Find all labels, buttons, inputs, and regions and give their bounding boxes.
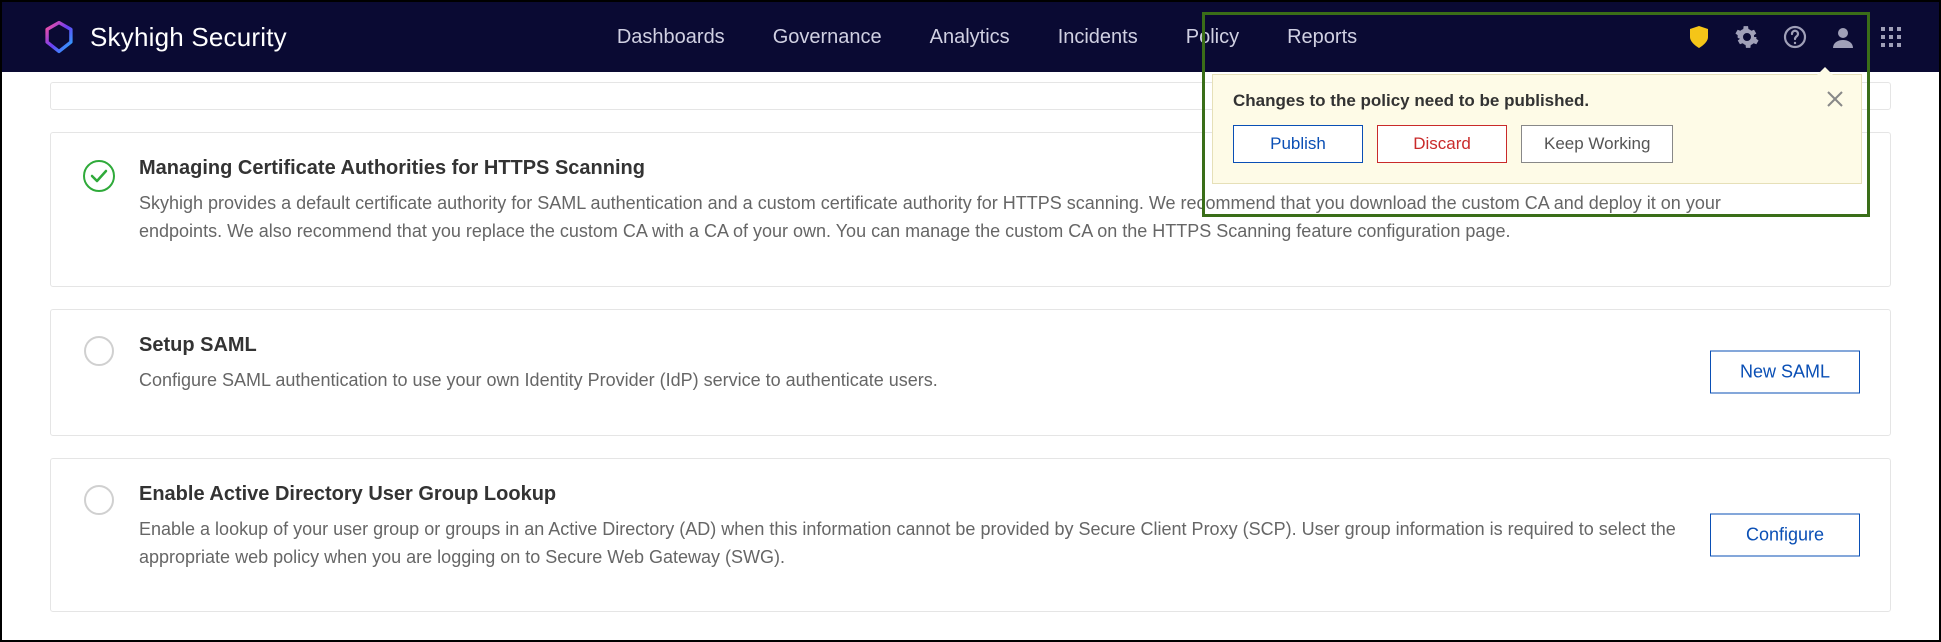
user-icon[interactable] [1831, 25, 1855, 49]
nav-right-icons [1687, 2, 1903, 72]
nav-governance[interactable]: Governance [773, 26, 882, 49]
status-complete [81, 157, 117, 246]
nav-dashboards[interactable]: Dashboards [617, 26, 725, 49]
brand[interactable]: Skyhigh Security [42, 20, 287, 54]
help-icon[interactable] [1783, 25, 1807, 49]
card-description: Skyhigh provides a default certificate a… [139, 190, 1759, 246]
close-icon[interactable] [1825, 89, 1845, 109]
notification-actions: Publish Discard Keep Working [1233, 125, 1841, 163]
gear-icon[interactable] [1735, 25, 1759, 49]
status-pending [81, 483, 117, 572]
nav-incidents[interactable]: Incidents [1058, 26, 1138, 49]
card-description: Enable a lookup of your user group or gr… [139, 516, 1759, 572]
brand-name: Skyhigh Security [90, 22, 287, 53]
apps-grid-icon[interactable] [1879, 25, 1903, 49]
card-setup-saml: Setup SAML Configure SAML authentication… [50, 309, 1891, 436]
nav-reports[interactable]: Reports [1287, 26, 1357, 49]
top-nav: Skyhigh Security Dashboards Governance A… [2, 2, 1939, 72]
card-description: Configure SAML authentication to use you… [139, 367, 1759, 395]
publish-notification: Changes to the policy need to be publish… [1212, 74, 1862, 184]
nav-analytics[interactable]: Analytics [930, 26, 1010, 49]
card-body: Setup SAML Configure SAML authentication… [139, 334, 1860, 395]
card-ad-lookup: Enable Active Directory User Group Looku… [50, 458, 1891, 613]
status-pending [81, 334, 117, 395]
main-nav-links: Dashboards Governance Analytics Incident… [617, 26, 1357, 49]
nav-policy[interactable]: Policy [1186, 26, 1239, 49]
configure-button[interactable]: Configure [1710, 514, 1860, 557]
check-circle-icon [82, 159, 116, 246]
publish-button[interactable]: Publish [1233, 125, 1363, 163]
discard-button[interactable]: Discard [1377, 125, 1507, 163]
notification-message: Changes to the policy need to be publish… [1233, 91, 1841, 111]
card-body: Enable Active Directory User Group Looku… [139, 483, 1860, 572]
new-saml-button[interactable]: New SAML [1710, 351, 1860, 394]
empty-circle-icon [84, 485, 114, 515]
card-title: Setup SAML [139, 334, 1860, 357]
shield-alert-icon[interactable] [1687, 25, 1711, 49]
card-action: Configure [1710, 514, 1860, 557]
card-action: New SAML [1710, 351, 1860, 394]
brand-logo-icon [42, 20, 76, 54]
card-title: Enable Active Directory User Group Looku… [139, 483, 1860, 506]
notification-arrow-icon [1817, 67, 1833, 75]
keep-working-button[interactable]: Keep Working [1521, 125, 1673, 163]
empty-circle-icon [84, 336, 114, 366]
